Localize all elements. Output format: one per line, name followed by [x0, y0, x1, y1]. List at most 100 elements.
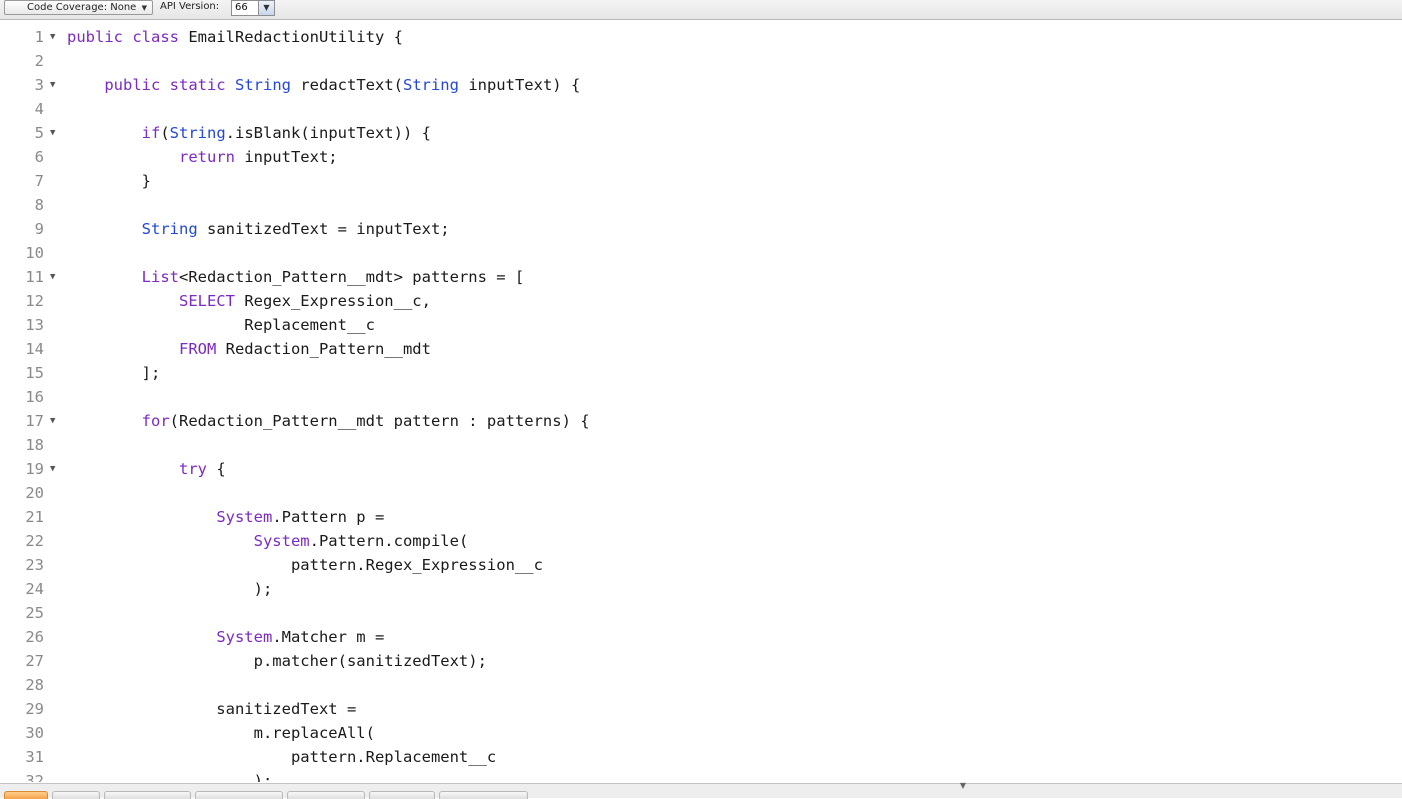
keyword-token: for: [141, 412, 170, 430]
line-number: 27: [25, 652, 44, 670]
line-number: 7: [34, 172, 44, 190]
line-number: 21: [25, 508, 44, 526]
code-text: pattern.Replacement__c: [67, 745, 496, 769]
code-line[interactable]: 23 pattern.Regex_Expression__c: [0, 553, 1402, 577]
code-line[interactable]: 5 ▼ if(String.isBlank(inputText)) {: [0, 121, 1402, 145]
type-token: String: [235, 76, 291, 94]
code-coverage-select[interactable]: Code Coverage: None ▼: [4, 0, 153, 15]
resize-grip-icon[interactable]: ▼: [950, 782, 976, 790]
line-number: 28: [25, 676, 44, 694]
code-text: System.Pattern.compile(: [67, 529, 469, 553]
code-line[interactable]: 9 String sanitizedText = inputText;: [0, 217, 1402, 241]
line-number: 32: [25, 772, 44, 782]
code-token: (Redaction_Pattern__mdt pattern : patter…: [169, 412, 590, 430]
code-token: m.replaceAll(: [67, 724, 375, 742]
code-line[interactable]: 13 Replacement__c: [0, 313, 1402, 337]
code-line[interactable]: 27 p.matcher(sanitizedText);: [0, 649, 1402, 673]
code-line[interactable]: 1 ▼ public class EmailRedactionUtility {: [0, 25, 1402, 49]
keyword-token: public class: [67, 28, 179, 46]
code-text: System.Pattern p =: [67, 505, 384, 529]
keyword-token: try: [178, 460, 207, 478]
bottom-panel-tabs: ▼: [0, 782, 1402, 799]
code-line[interactable]: 28: [0, 673, 1402, 697]
code-text: m.replaceAll(: [67, 721, 375, 745]
keyword-token: List: [141, 268, 179, 286]
code-line[interactable]: 24 );: [0, 577, 1402, 601]
code-token: .isBlank(inputText)) {: [225, 124, 431, 142]
line-number: 25: [25, 604, 44, 622]
code-line[interactable]: 6 return inputText;: [0, 145, 1402, 169]
api-version-value: 66: [235, 2, 248, 13]
code-line[interactable]: 32 );: [0, 769, 1402, 782]
code-token: {: [206, 460, 226, 478]
fold-triangle-icon[interactable]: ▼: [50, 265, 60, 289]
code-token: sanitizedText = inputText;: [197, 220, 450, 238]
line-number: 6: [34, 148, 44, 166]
code-token: .Matcher m =: [272, 628, 385, 646]
code-line[interactable]: 30 m.replaceAll(: [0, 721, 1402, 745]
fold-triangle-icon[interactable]: ▼: [50, 409, 60, 433]
code-line[interactable]: 17 ▼ for(Redaction_Pattern__mdt pattern :…: [0, 409, 1402, 433]
line-number: 13: [25, 316, 44, 334]
line-number: 11: [25, 268, 44, 286]
code-line[interactable]: 20: [0, 481, 1402, 505]
line-number: 9: [34, 220, 44, 238]
code-line[interactable]: 7 }: [0, 169, 1402, 193]
fold-triangle-icon[interactable]: ▼: [50, 25, 60, 49]
code-line[interactable]: 19 ▼ try {: [0, 457, 1402, 481]
code-line[interactable]: 12 SELECT Regex_Expression__c,: [0, 289, 1402, 313]
code-text: public class EmailRedactionUtility {: [67, 25, 403, 49]
line-number: 4: [34, 100, 44, 118]
code-line[interactable]: 29 sanitizedText =: [0, 697, 1402, 721]
fold-triangle-icon[interactable]: ▼: [50, 457, 60, 481]
line-number: 29: [25, 700, 44, 718]
code-token: ];: [67, 364, 161, 382]
fold-triangle-icon[interactable]: ▼: [50, 121, 60, 145]
code-token: Regex_Expression__c,: [234, 292, 431, 310]
code-text: ];: [67, 361, 161, 385]
code-line[interactable]: 14 FROM Redaction_Pattern__mdt: [0, 337, 1402, 361]
code-token: (: [160, 124, 170, 142]
code-line[interactable]: 22 System.Pattern.compile(: [0, 529, 1402, 553]
line-number: 30: [25, 724, 44, 742]
code-line[interactable]: 31 pattern.Replacement__c: [0, 745, 1402, 769]
line-number: 24: [25, 580, 44, 598]
code-token: }: [67, 172, 151, 190]
code-line[interactable]: 26 System.Matcher m =: [0, 625, 1402, 649]
code-editor[interactable]: 1 ▼ public class EmailRedactionUtility {2 3…: [0, 21, 1402, 782]
code-text: public static String redactText(String i…: [67, 73, 580, 97]
code-line[interactable]: 8: [0, 193, 1402, 217]
code-token: EmailRedactionUtility {: [178, 28, 403, 46]
line-number: 3: [34, 76, 44, 94]
chevron-down-icon[interactable]: ▼: [258, 1, 274, 15]
code-line[interactable]: 18: [0, 433, 1402, 457]
code-text: pattern.Regex_Expression__c: [67, 553, 543, 577]
fold-triangle-icon[interactable]: ▼: [50, 73, 60, 97]
code-line[interactable]: 4: [0, 97, 1402, 121]
code-line[interactable]: 2: [0, 49, 1402, 73]
code-text: );: [67, 577, 273, 601]
code-line[interactable]: 11 ▼ List<Redaction_Pattern__mdt> pattern…: [0, 265, 1402, 289]
code-token: Replacement__c: [67, 316, 375, 334]
code-line[interactable]: 25: [0, 601, 1402, 625]
code-line[interactable]: 10: [0, 241, 1402, 265]
code-line[interactable]: 3 ▼ public static String redactText(Strin…: [0, 73, 1402, 97]
type-token: String: [141, 220, 198, 238]
code-text: FROM Redaction_Pattern__mdt: [67, 337, 431, 361]
code-line[interactable]: 16: [0, 385, 1402, 409]
api-version-select[interactable]: 66 ▼: [231, 0, 275, 16]
code-line[interactable]: 21 System.Pattern p =: [0, 505, 1402, 529]
line-number: 31: [25, 748, 44, 766]
keyword-token: System: [216, 508, 273, 526]
keyword-token: System: [216, 628, 273, 646]
code-line[interactable]: 15 ];: [0, 361, 1402, 385]
